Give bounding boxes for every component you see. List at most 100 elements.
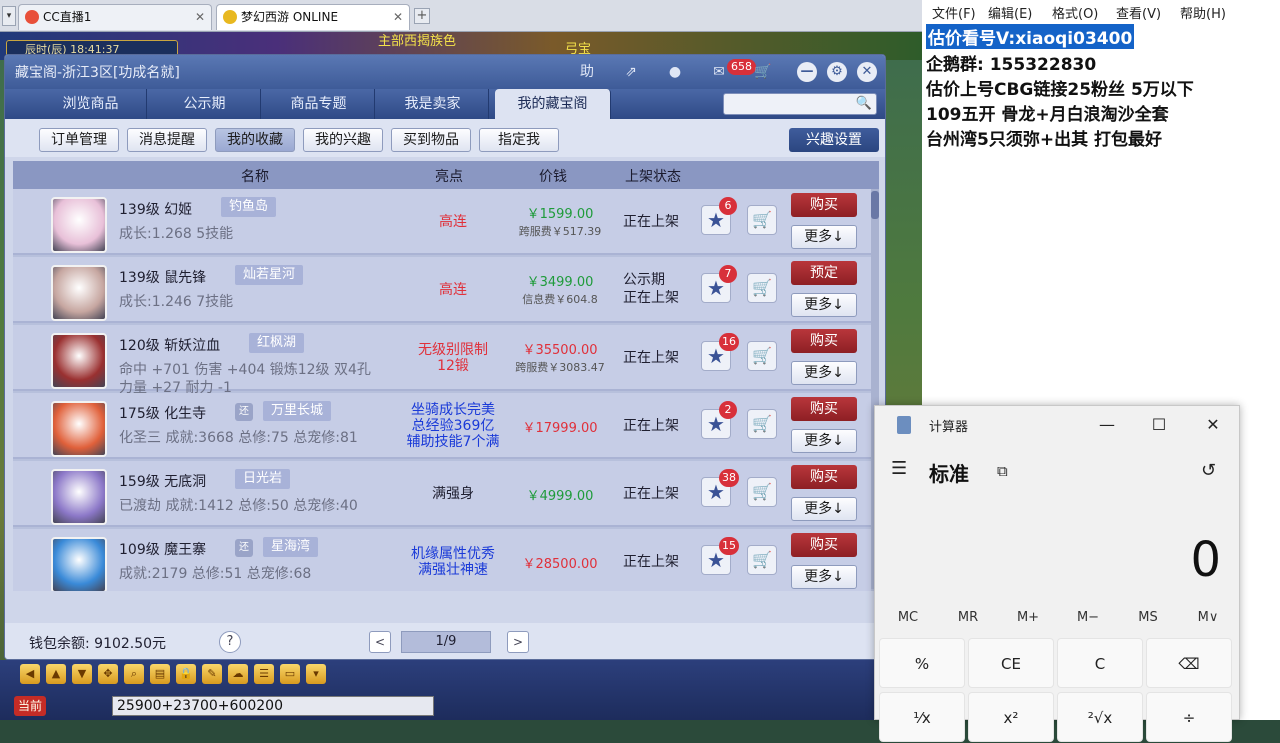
tab-list-button[interactable]: ▾ [2, 6, 16, 26]
add-to-cart-icon[interactable]: 🛒 [747, 273, 777, 303]
item-title[interactable]: 109级 魔王寨 [119, 539, 206, 559]
minimize-icon[interactable]: — [1087, 412, 1127, 438]
add-to-cart-icon[interactable]: 🛒 [747, 205, 777, 235]
notepad-line[interactable]: 台州湾5只须弥+出其 打包最好 [926, 125, 1162, 150]
chat-channel-button[interactable]: 当前 [14, 696, 46, 716]
scroll-thumb[interactable] [871, 191, 879, 219]
search-input[interactable]: 🔍 [723, 93, 877, 115]
avatar[interactable] [51, 333, 107, 389]
browser-tab-mhxy[interactable]: 梦幻西游 ONLINE ✕ [216, 4, 410, 30]
search-icon[interactable]: 🔍 [856, 96, 872, 111]
table-row[interactable]: 175级 化生寺 还万里长城 化圣三 成就:3668 总修:75 总宠修:81 坐骑成… [13, 393, 871, 459]
add-to-cart-icon[interactable]: 🛒 [747, 545, 777, 575]
menu-edit[interactable]: 编辑(E) [988, 3, 1032, 22]
notepad-line[interactable]: 估价看号V:xiaoqi03400 [926, 24, 1135, 49]
table-row[interactable]: 120级 斩妖泣血 红枫湖 命中 +701 伤害 +404 锻炼12级 双4孔 力量 … [13, 325, 871, 396]
more-button[interactable]: 更多↓ [791, 361, 857, 385]
notepad-line[interactable]: 企鹅群: 155322830 [926, 50, 1096, 75]
more-button[interactable]: 更多↓ [791, 225, 857, 249]
pin-icon[interactable]: ⇗ [619, 61, 643, 83]
window-titlebar[interactable]: 藏宝阁-浙江3区[功成名就] 助 ⇗ ● ✉ 658 🛒 — ⚙ ✕ [5, 55, 885, 89]
calc-key[interactable]: x² [968, 692, 1054, 742]
calc-key[interactable]: ÷ [1146, 692, 1232, 742]
close-icon[interactable]: ✕ [1193, 412, 1233, 438]
close-tab-icon[interactable]: ✕ [195, 5, 205, 29]
menu-file[interactable]: 文件(F) [932, 3, 976, 22]
menu-help[interactable]: 帮助(H) [1180, 3, 1226, 22]
help-icon[interactable]: ? [219, 631, 241, 653]
close-icon[interactable]: ✕ [857, 62, 877, 82]
memory-button[interactable]: M+ [999, 610, 1057, 625]
item-title[interactable]: 139级 鼠先锋 [119, 267, 206, 287]
more-button[interactable]: 更多↓ [791, 565, 857, 589]
buy-button[interactable]: 购买 [791, 329, 857, 353]
game-toolbar-icon[interactable]: ✎ [202, 664, 222, 684]
notepad-line[interactable]: 109五开 骨龙+月白浪淘沙全套 [926, 100, 1169, 125]
memory-button[interactable]: MS [1119, 610, 1177, 625]
prev-page-button[interactable]: < [369, 631, 391, 653]
buy-button[interactable]: 购买 [791, 397, 857, 421]
game-toolbar-icon[interactable]: ▤ [150, 664, 170, 684]
avatar[interactable] [51, 265, 107, 321]
browser-tab-cc-live[interactable]: CC直播1 ✕ [18, 4, 212, 30]
add-to-cart-icon[interactable]: 🛒 [747, 477, 777, 507]
favorites-button[interactable]: 我的收藏 [215, 128, 295, 152]
more-button[interactable]: 更多↓ [791, 293, 857, 317]
calc-key[interactable]: ⌫ [1146, 638, 1232, 688]
close-tab-icon[interactable]: ✕ [393, 5, 403, 29]
interest-settings-button[interactable]: 兴趣设置 [789, 128, 879, 152]
cart-icon[interactable]: 🛒 [751, 61, 775, 83]
calc-key[interactable]: % [879, 638, 965, 688]
tab-seller[interactable]: 我是卖家 [377, 89, 489, 119]
game-toolbar-icon[interactable]: ▾ [306, 664, 326, 684]
avatar[interactable] [51, 401, 107, 457]
memory-button[interactable]: M− [1059, 610, 1117, 625]
more-button[interactable]: 更多↓ [791, 497, 857, 521]
assigned-to-me-button[interactable]: 指定我 [479, 128, 559, 152]
buy-button[interactable]: 购买 [791, 193, 857, 217]
minimize-icon[interactable]: — [797, 62, 817, 82]
settings-icon[interactable]: ⚙ [827, 62, 847, 82]
buy-button[interactable]: 预定 [791, 261, 857, 285]
menu-icon[interactable]: ☰ [891, 458, 907, 479]
memory-button[interactable]: MC [879, 610, 937, 625]
orders-button[interactable]: 订单管理 [39, 128, 119, 152]
game-toolbar-icon[interactable]: ⌕ [124, 664, 144, 684]
memory-button[interactable]: MR [939, 610, 997, 625]
game-toolbar-icon[interactable]: ▼ [72, 664, 92, 684]
calc-key[interactable]: CE [968, 638, 1054, 688]
avatar[interactable] [51, 469, 107, 525]
table-row[interactable]: 159级 无底洞 日光岩 已渡劫 成就:1412 总修:50 总宠修:40 满强身 ￥4… [13, 461, 871, 527]
item-title[interactable]: 175级 化生寺 [119, 403, 206, 423]
table-row[interactable]: 139级 鼠先锋 灿若星河 成长:1.246 7技能 高连 ￥3499.00 信息费￥60… [13, 257, 871, 323]
calc-key[interactable]: ⅟x [879, 692, 965, 742]
keep-on-top-icon[interactable]: ⧉ [997, 462, 1008, 480]
tab-publicity[interactable]: 公示期 [149, 89, 261, 119]
table-row[interactable]: 139级 幻姬 钓鱼岛 成长:1.268 5技能 高连 ￥1599.00 跨服费￥517.… [13, 189, 871, 255]
history-icon[interactable]: ↺ [1201, 460, 1216, 481]
add-to-cart-icon[interactable]: 🛒 [747, 341, 777, 371]
item-title[interactable]: 159级 无底洞 [119, 471, 206, 491]
tab-topics[interactable]: 商品专题 [263, 89, 375, 119]
table-row[interactable]: 109级 魔王寨 还星海湾 成就:2179 总修:51 总宠修:68 机缘属性优秀 满… [13, 529, 871, 591]
stop-icon[interactable]: ● [663, 61, 687, 83]
more-button[interactable]: 更多↓ [791, 429, 857, 453]
avatar[interactable] [51, 537, 107, 591]
chat-input[interactable]: 25900+23700+600200 [112, 696, 434, 716]
new-tab-button[interactable]: + [414, 8, 430, 24]
interests-button[interactable]: 我的兴趣 [303, 128, 383, 152]
reminders-button[interactable]: 消息提醒 [127, 128, 207, 152]
game-toolbar-icon[interactable]: ◀ [20, 664, 40, 684]
tab-browse[interactable]: 浏览商品 [35, 89, 147, 119]
tab-my-pavilion[interactable]: 我的藏宝阁 [495, 89, 611, 119]
next-page-button[interactable]: > [507, 631, 529, 653]
menu-view[interactable]: 查看(V) [1116, 3, 1161, 22]
item-title[interactable]: 139级 幻姬 [119, 199, 192, 219]
menu-format[interactable]: 格式(O) [1052, 3, 1098, 22]
game-toolbar-icon[interactable]: 🔒 [176, 664, 196, 684]
calc-key[interactable]: C [1057, 638, 1143, 688]
game-toolbar-icon[interactable]: ☁ [228, 664, 248, 684]
avatar[interactable] [51, 197, 107, 253]
game-toolbar-icon[interactable]: ▭ [280, 664, 300, 684]
item-title[interactable]: 120级 斩妖泣血 [119, 335, 220, 355]
